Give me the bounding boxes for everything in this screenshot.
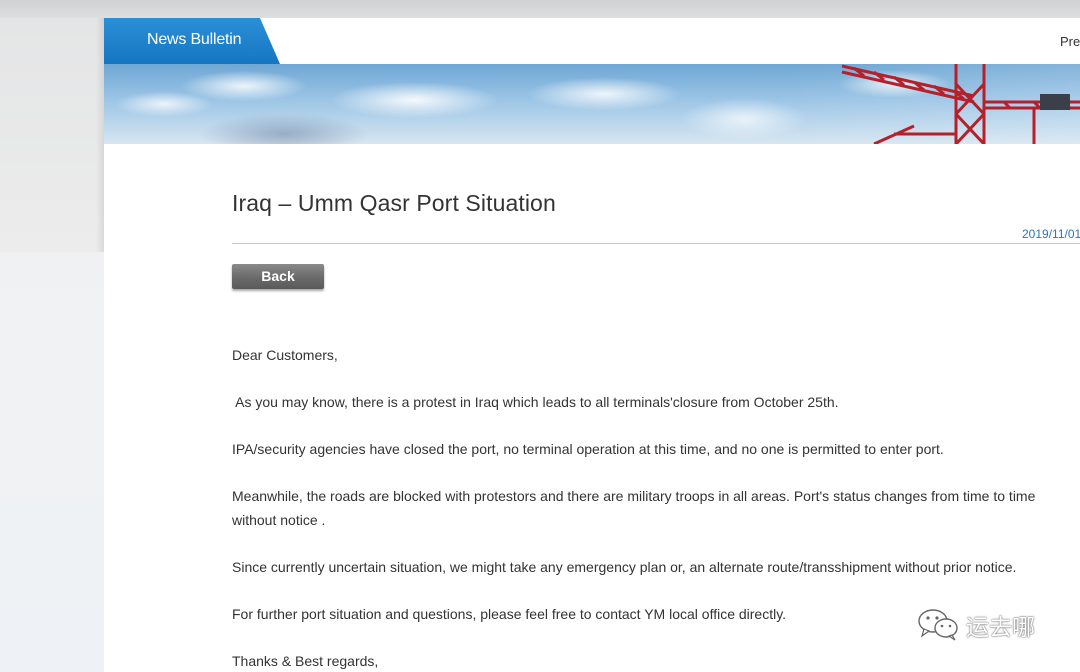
wechat-watermark: 运去哪: [916, 604, 1066, 644]
article-paragraph: IPA/security agencies have closed the po…: [232, 441, 944, 457]
article-paragraph: Dear Customers,: [232, 347, 338, 363]
article-paragraph: Since currently uncertain situation, we …: [232, 559, 1017, 575]
article-content: Iraq – Umm Qasr Port Situation 2019/11/0…: [232, 18, 1080, 672]
article-paragraph: Meanwhile, the roads are blocked with pr…: [232, 488, 1036, 528]
news-bulletin-tab-label[interactable]: News Bulletin: [147, 31, 242, 49]
wechat-icon: [918, 609, 958, 641]
title-divider: [232, 243, 1080, 244]
watermark-text: 运去哪: [966, 615, 1035, 641]
browser-top-shade: [0, 0, 1080, 18]
article-paragraph: Thanks & Best regards,: [232, 653, 379, 669]
left-side-panel: [0, 18, 104, 252]
back-button[interactable]: Back: [232, 264, 324, 289]
article-title: Iraq – Umm Qasr Port Situation: [232, 190, 556, 216]
left-panel-edge: [96, 18, 104, 252]
news-page: News Bulletin Pre Iraq – Umm Qasr Port S…: [104, 18, 1080, 672]
article-date: 2019/11/01: [1022, 227, 1080, 241]
article-paragraph: As you may know, there is a protest in I…: [232, 394, 839, 410]
